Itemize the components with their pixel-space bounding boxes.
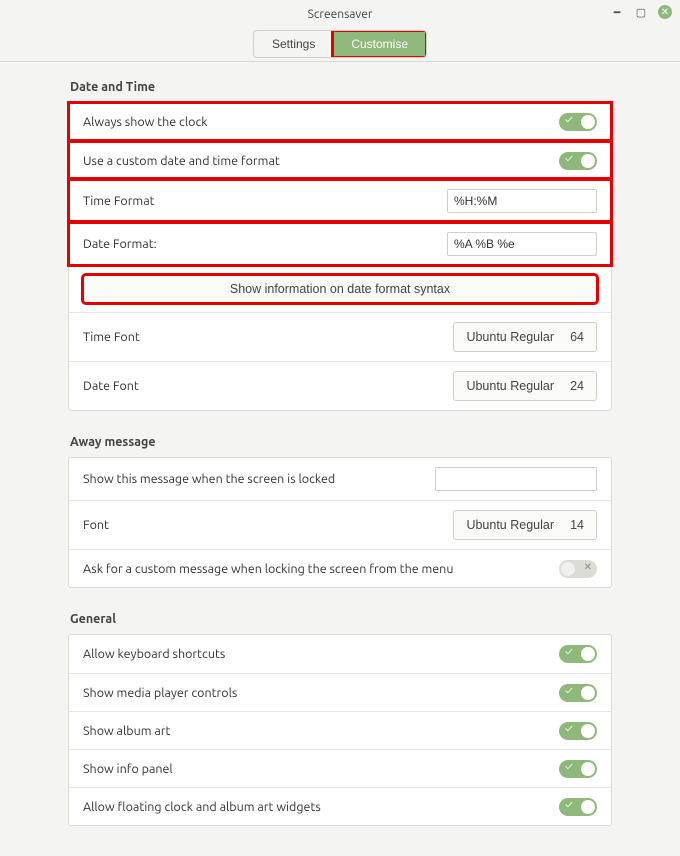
section-title-away: Away message [70, 435, 610, 449]
time-font-size: 64 [564, 330, 584, 344]
row-time-format: Time Format [69, 179, 611, 222]
button-away-font[interactable]: Ubuntu Regular 14 [453, 510, 597, 540]
label-floating-widgets: Allow floating clock and album art widge… [83, 800, 559, 814]
tab-customise[interactable]: Customise [333, 31, 426, 57]
row-date-format: Date Format: [69, 222, 611, 265]
tab-bar: Settings Customise [0, 28, 680, 62]
label-date-format: Date Format: [83, 237, 447, 251]
toggle-floating-widgets[interactable]: ✓ [559, 798, 597, 816]
row-album-art: Show album art ✓ [69, 711, 611, 749]
time-font-name: Ubuntu Regular [466, 330, 554, 344]
label-away-message: Show this message when the screen is loc… [83, 472, 435, 486]
row-away-message: Show this message when the screen is loc… [69, 458, 611, 500]
row-use-custom-format: Use a custom date and time format ✓ [69, 141, 611, 179]
label-date-font: Date Font [83, 379, 453, 393]
window-controls: ━ ▢ ✕ [610, 5, 672, 19]
date-font-name: Ubuntu Regular [466, 379, 554, 393]
section-title-datetime: Date and Time [70, 80, 610, 94]
toggle-use-custom-format[interactable]: ✓ [559, 152, 597, 170]
label-time-format: Time Format [83, 194, 447, 208]
toggle-always-show-clock[interactable]: ✓ [559, 113, 597, 131]
label-away-font: Font [83, 518, 453, 532]
toggle-album-art[interactable]: ✓ [559, 722, 597, 740]
section-title-general: General [70, 612, 610, 626]
minimize-button[interactable]: ━ [610, 5, 624, 19]
row-keyboard-shortcuts: Allow keyboard shortcuts ✓ [69, 635, 611, 673]
tabs: Settings Customise [253, 30, 427, 58]
button-date-font[interactable]: Ubuntu Regular 24 [453, 371, 597, 401]
input-time-format[interactable] [447, 189, 597, 213]
toggle-media-controls[interactable]: ✓ [559, 684, 597, 702]
window-title: Screensaver [308, 8, 373, 21]
label-media-controls: Show media player controls [83, 686, 559, 700]
label-use-custom-format: Use a custom date and time format [83, 154, 559, 168]
label-ask-custom-message: Ask for a custom message when locking th… [83, 562, 559, 576]
away-font-name: Ubuntu Regular [466, 518, 554, 532]
label-album-art: Show album art [83, 724, 559, 738]
label-always-show-clock: Always show the clock [83, 115, 559, 129]
row-show-info: Show information on date format syntax [69, 265, 611, 312]
toggle-keyboard-shortcuts[interactable]: ✓ [559, 645, 597, 663]
button-time-font[interactable]: Ubuntu Regular 64 [453, 322, 597, 352]
tab-settings[interactable]: Settings [254, 31, 333, 57]
row-media-controls: Show media player controls ✓ [69, 673, 611, 711]
label-info-panel: Show info panel [83, 762, 559, 776]
input-date-format[interactable] [447, 232, 597, 256]
row-info-panel: Show info panel ✓ [69, 749, 611, 787]
label-keyboard-shortcuts: Allow keyboard shortcuts [83, 647, 559, 661]
row-always-show-clock: Always show the clock ✓ [69, 103, 611, 141]
button-show-format-info[interactable]: Show information on date format syntax [83, 275, 597, 303]
close-button[interactable]: ✕ [658, 5, 672, 19]
away-font-size: 14 [564, 518, 584, 532]
row-ask-custom-message: Ask for a custom message when locking th… [69, 549, 611, 587]
content: Date and Time Always show the clock ✓ Us… [0, 62, 680, 856]
row-date-font: Date Font Ubuntu Regular 24 [69, 361, 611, 410]
row-time-font: Time Font Ubuntu Regular 64 [69, 312, 611, 361]
label-time-font: Time Font [83, 330, 453, 344]
titlebar: Screensaver ━ ▢ ✕ [0, 0, 680, 28]
row-floating-widgets: Allow floating clock and album art widge… [69, 787, 611, 825]
panel-datetime: Always show the clock ✓ Use a custom dat… [68, 102, 612, 411]
input-away-message[interactable] [435, 467, 597, 491]
toggle-ask-custom-message[interactable]: ✓ [559, 560, 597, 578]
panel-general: Allow keyboard shortcuts ✓ Show media pl… [68, 634, 612, 826]
date-font-size: 24 [564, 379, 584, 393]
row-away-font: Font Ubuntu Regular 14 [69, 500, 611, 549]
panel-away: Show this message when the screen is loc… [68, 457, 612, 588]
maximize-button[interactable]: ▢ [634, 5, 648, 19]
toggle-info-panel[interactable]: ✓ [559, 760, 597, 778]
